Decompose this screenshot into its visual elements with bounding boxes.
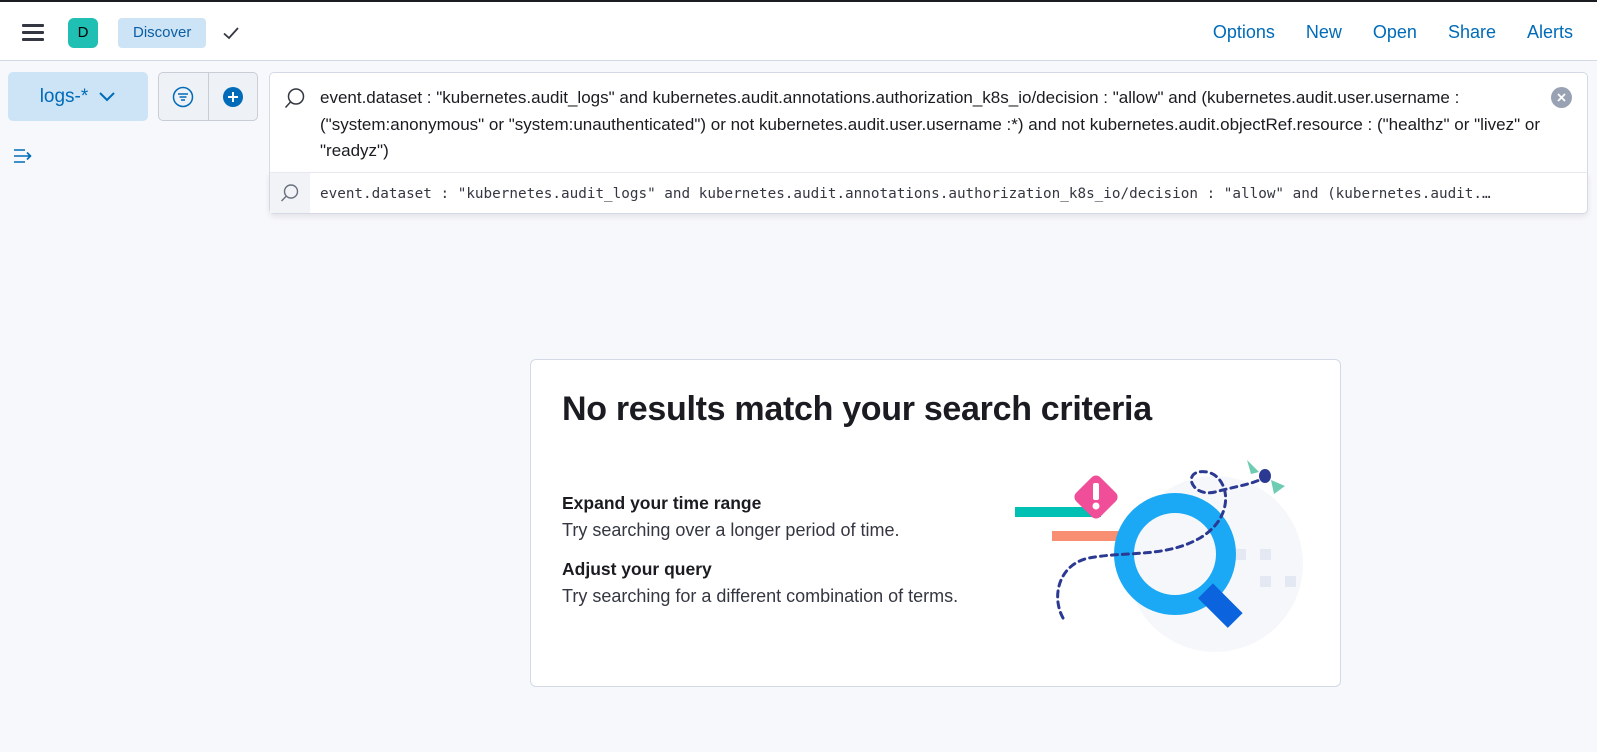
open-link[interactable]: Open [1373,16,1417,48]
top-nav-links: Options New Open Share Alerts [1213,16,1573,48]
query-text[interactable]: event.dataset : "kubernetes.audit_logs" … [320,85,1550,165]
no-results-title: No results match your search criteria [562,390,1152,428]
menu-icon[interactable] [22,24,44,42]
no-results-panel: No results match your search criteria Ex… [530,359,1341,687]
breadcrumb-discover[interactable]: Discover [118,18,207,48]
share-link[interactable]: Share [1448,16,1496,48]
options-link[interactable]: Options [1213,16,1275,48]
tip-text-query: Try searching for a different combinatio… [562,586,959,606]
tip-heading-time-range: Expand your time range [562,493,762,513]
collapse-sidebar-icon[interactable] [13,148,33,164]
suggestion-text: event.dataset : "kubernetes.audit_logs" … [320,186,1491,202]
clear-icon[interactable] [1551,87,1572,108]
filter-menu-button[interactable] [159,73,208,120]
query-input[interactable]: event.dataset : "kubernetes.audit_logs" … [269,72,1588,172]
suggestion-icon-box [270,173,310,213]
plus-circle-icon [222,86,243,107]
alerts-link[interactable]: Alerts [1527,16,1573,48]
search-icon [284,88,305,109]
index-pattern-selector[interactable]: logs-* [8,72,148,121]
chevron-down-icon [99,91,115,101]
check-icon [223,27,239,40]
index-pattern-label: logs-* [39,85,89,107]
add-filter-button[interactable] [207,73,257,120]
tip-heading-query: Adjust your query [562,559,712,579]
search-icon [281,184,299,202]
tip-text-time-range: Try searching over a longer period of ti… [562,520,900,540]
new-link[interactable]: New [1306,16,1342,48]
top-header: D Discover Options New Open Share Alerts [0,0,1597,61]
space-avatar[interactable]: D [68,18,98,48]
no-results-illustration [1015,460,1303,652]
query-suggestion[interactable]: event.dataset : "kubernetes.audit_logs" … [269,172,1588,214]
filter-icon [173,86,194,107]
filter-button-group [158,72,258,121]
